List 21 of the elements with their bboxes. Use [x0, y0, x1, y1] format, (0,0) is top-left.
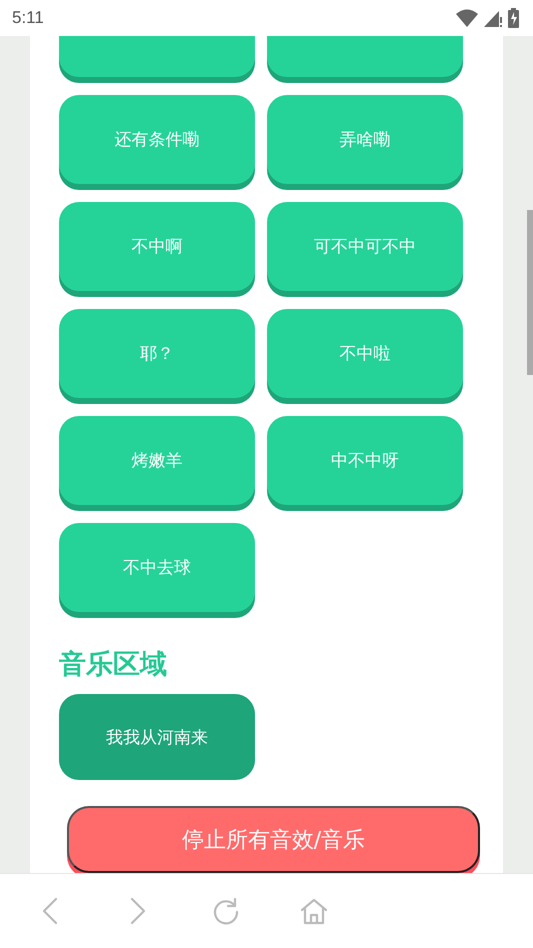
- section-heading: 音乐区域: [59, 648, 168, 682]
- back-icon: [42, 897, 58, 925]
- signal-icon: [484, 9, 502, 27]
- reload-icon: [212, 897, 240, 925]
- sound-button[interactable]: 耶？: [59, 309, 255, 398]
- home-icon: [300, 897, 328, 925]
- stop-button[interactable]: 停止所有音效/音乐: [67, 806, 480, 873]
- scrollbar-thumb[interactable]: [527, 210, 533, 375]
- sound-button[interactable]: 不中啊: [59, 202, 255, 291]
- sound-button[interactable]: 中不中呀: [267, 416, 463, 505]
- sound-button[interactable]: 不中啦: [267, 309, 463, 398]
- sound-button[interactable]: 可不中可不中: [267, 202, 463, 291]
- wifi-icon: [456, 9, 478, 27]
- sound-button[interactable]: 烤嫩羊: [59, 416, 255, 505]
- music-button[interactable]: 我我从河南来: [59, 694, 255, 780]
- battery-icon: [508, 8, 519, 28]
- sound-button[interactable]: 不中去球: [59, 523, 255, 612]
- sound-button[interactable]: 还有条件嘞: [59, 95, 255, 184]
- forward-icon: [130, 897, 146, 925]
- sound-button[interactable]: 弄啥嘞: [267, 95, 463, 184]
- status-time: 5:11: [12, 8, 44, 28]
